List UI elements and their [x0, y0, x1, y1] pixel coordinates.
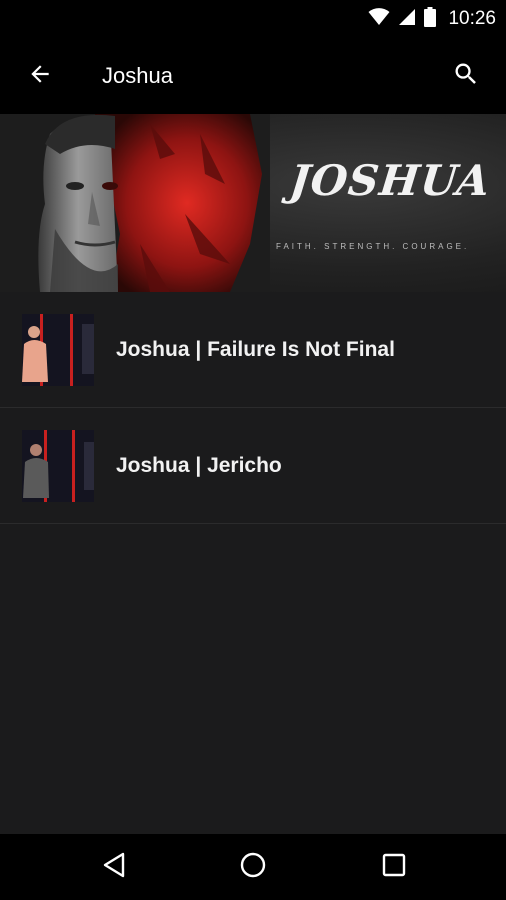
series-banner: JOSHUA FAITH. STRENGTH. COURAGE.	[0, 114, 506, 292]
system-nav-bar	[0, 834, 506, 900]
battery-icon	[424, 6, 437, 32]
status-time: 10:26	[448, 8, 496, 29]
back-button[interactable]	[20, 56, 60, 96]
banner-title: JOSHUA	[287, 156, 493, 205]
nav-recents-button[interactable]	[374, 847, 414, 887]
screen: 10:26 Joshua JOSHUA FAITH. STRENGTH. COU…	[0, 0, 506, 900]
status-bar: 10:26	[0, 0, 506, 38]
sermon-title: Joshua | Jericho	[116, 454, 282, 477]
recents-square-icon	[382, 853, 406, 882]
home-circle-icon	[239, 851, 267, 884]
list-item[interactable]: Joshua | Failure Is Not Final	[0, 292, 506, 408]
signal-icon	[398, 8, 416, 31]
back-triangle-icon	[101, 852, 127, 883]
search-icon	[452, 60, 480, 93]
arrow-back-icon	[27, 61, 53, 92]
wifi-icon	[368, 7, 390, 31]
sermon-list: Joshua | Failure Is Not Final Joshua | J…	[0, 292, 506, 524]
search-button[interactable]	[446, 56, 486, 96]
sermon-thumbnail	[22, 430, 94, 502]
page-title: Joshua	[102, 63, 173, 88]
banner-tagline: FAITH. STRENGTH. COURAGE.	[276, 242, 470, 251]
nav-back-button[interactable]	[94, 847, 134, 887]
app-bar: Joshua	[0, 38, 506, 114]
list-item[interactable]: Joshua | Jericho	[0, 408, 506, 524]
sermon-thumbnail	[22, 314, 94, 386]
banner-artwork	[0, 114, 270, 292]
status-icons: 10:26	[368, 0, 496, 38]
sermon-title: Joshua | Failure Is Not Final	[116, 338, 395, 361]
nav-home-button[interactable]	[233, 847, 273, 887]
